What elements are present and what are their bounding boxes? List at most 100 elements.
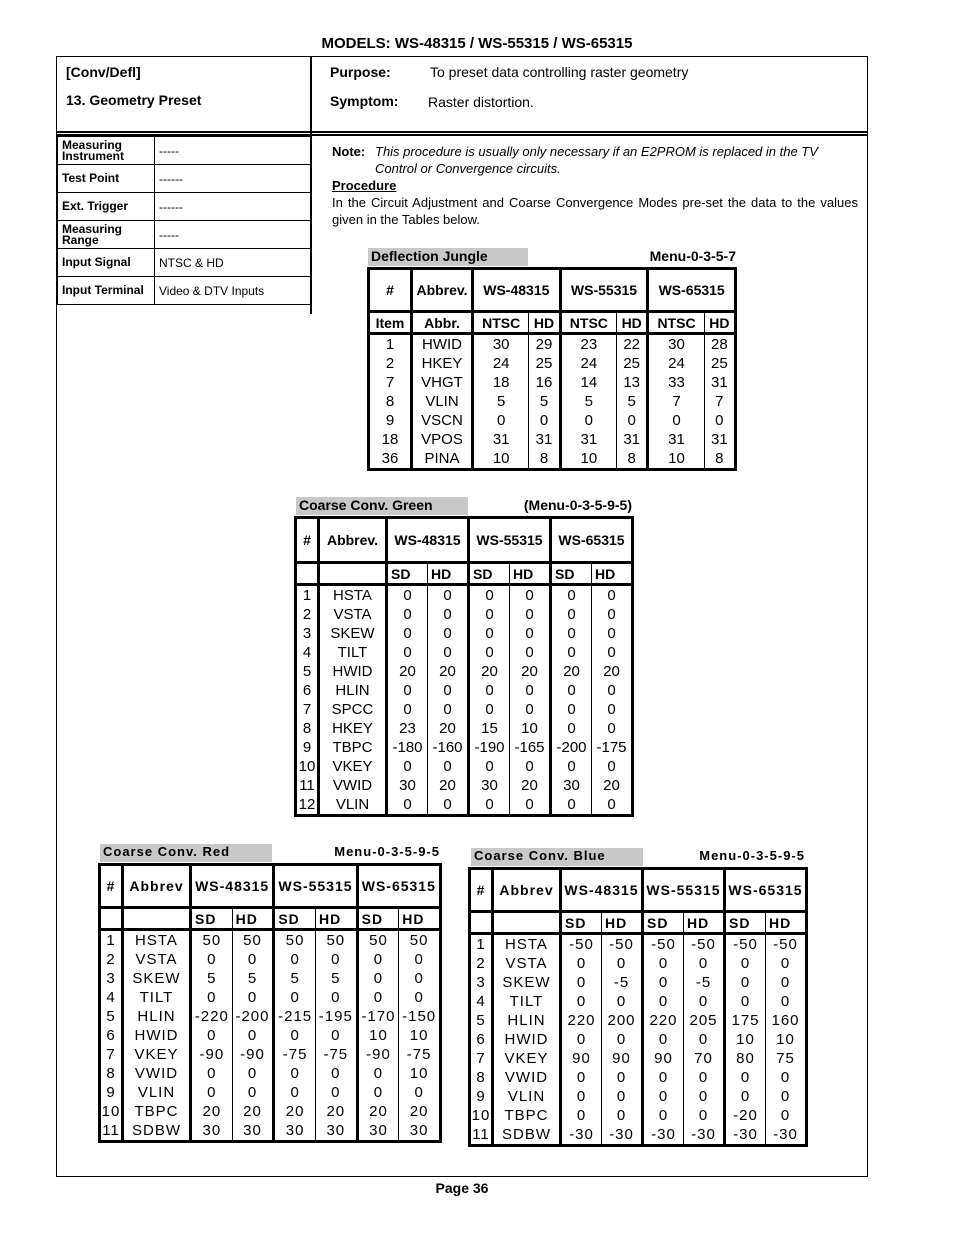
col-header-abbr: Abbr. xyxy=(410,311,473,335)
row-value: 220 xyxy=(641,1011,684,1030)
row-value: 0 xyxy=(559,1087,602,1106)
row-value: 0 xyxy=(765,1068,807,1087)
row-value: 0 xyxy=(189,1064,233,1083)
row-value: -50 xyxy=(601,933,643,954)
row-value: 31 xyxy=(470,430,529,449)
row-number: 9 xyxy=(385,412,395,429)
row-value: 10 xyxy=(765,1030,807,1049)
row-number: 11 xyxy=(102,1122,120,1139)
models-title: MODELS: WS-48315 / WS-55315 / WS-65315 xyxy=(321,35,633,52)
row-value: -50 xyxy=(683,933,725,954)
row-abbrev: PINA xyxy=(410,449,473,470)
spec-label: Test Point xyxy=(57,164,155,193)
row-abbrev: VLIN xyxy=(317,795,387,816)
col-header-model: WS-55315 xyxy=(558,268,648,313)
row-number: 2 xyxy=(106,951,116,968)
row-value: -30 xyxy=(765,1125,807,1146)
row-value: 0 xyxy=(398,988,441,1007)
col-header-model: WS-55315 xyxy=(641,868,725,913)
row-value: 8 xyxy=(616,449,648,470)
purpose-label: Purpose: xyxy=(330,64,391,80)
spec-row: Input Signal NTSC & HD xyxy=(57,248,311,277)
header-row: # Abbrev WS-48315 WS-55315 WS-65315 xyxy=(99,864,441,909)
col-header-abbrev: Abbrev. xyxy=(410,268,473,313)
row-value: 0 xyxy=(765,1087,807,1106)
row-abbrev: HSTA xyxy=(121,929,191,950)
row-value: 0 xyxy=(467,643,510,662)
row-abbrev: VLIN xyxy=(491,1087,561,1106)
row-number: 4 xyxy=(476,993,486,1010)
row-value: 20 xyxy=(427,719,469,738)
red-caption-title: Coarse Conv. Red xyxy=(100,844,272,862)
row-value: 0 xyxy=(231,1026,274,1045)
row-value: -30 xyxy=(641,1125,684,1146)
row-value: 7 xyxy=(646,392,705,411)
row-value: 0 xyxy=(559,1030,602,1049)
row-value: 0 xyxy=(427,624,469,643)
row-abbrev: VSTA xyxy=(317,605,387,624)
table-row: 4 TILT 0 0 0 0 0 0 xyxy=(470,992,807,1011)
row-value: 0 xyxy=(641,1087,684,1106)
row-value: -90 xyxy=(231,1045,274,1064)
row-value: 0 xyxy=(509,795,551,816)
row-value: 0 xyxy=(272,950,316,969)
row-value: 16 xyxy=(528,373,561,392)
row-number: 2 xyxy=(302,606,312,623)
row-number: 5 xyxy=(476,1012,486,1029)
row-value: 0 xyxy=(427,643,469,662)
row-value: 0 xyxy=(385,700,428,719)
row-number: 4 xyxy=(302,644,312,661)
row-value: 0 xyxy=(467,624,510,643)
table-row: 11 SDBW -30 -30 -30 -30 -30 -30 xyxy=(470,1125,807,1146)
row-value: 0 xyxy=(427,681,469,700)
row-number: 3 xyxy=(476,974,486,991)
table-row: 10 TBPC 20 20 20 20 20 20 xyxy=(100,1102,441,1121)
col-header-model: WS-65315 xyxy=(549,517,633,564)
spec-label: Measuring Instrument xyxy=(57,136,155,165)
row-value: 10 xyxy=(509,719,551,738)
row-value: 0 xyxy=(189,1026,233,1045)
row-value: -75 xyxy=(272,1045,316,1064)
row-value: 0 xyxy=(427,700,469,719)
row-value: 0 xyxy=(509,757,551,776)
row-value: 10 xyxy=(470,449,529,470)
row-value: -50 xyxy=(641,933,684,954)
row-value: 5 xyxy=(470,392,529,411)
table-row: 8 VWID 0 0 0 0 0 10 xyxy=(100,1064,441,1083)
row-value: 0 xyxy=(528,411,561,430)
row-value: 0 xyxy=(591,681,633,700)
row-value: 0 xyxy=(355,1064,399,1083)
col-subheader: HD xyxy=(616,311,648,335)
row-value: -50 xyxy=(559,933,602,954)
row-value: 0 xyxy=(427,757,469,776)
row-number: 1 xyxy=(106,932,116,949)
row-value: 0 xyxy=(549,605,592,624)
section-label: [Conv/Defl] xyxy=(66,64,141,80)
row-number: 10 xyxy=(471,1107,491,1124)
row-value: 30 xyxy=(470,333,529,354)
row-value: -195 xyxy=(314,1007,358,1026)
header-row: # Abbrev. WS-48315 WS-55315 WS-65315 xyxy=(368,268,736,313)
row-value: 0 xyxy=(231,1064,274,1083)
row-value: 30 xyxy=(314,1121,358,1142)
col-subheader: HD xyxy=(703,311,736,335)
row-value: 175 xyxy=(723,1011,766,1030)
row-value: 0 xyxy=(641,1030,684,1049)
row-value: 0 xyxy=(355,950,399,969)
table-row: 8 HKEY 23 20 15 10 0 0 xyxy=(296,719,633,738)
col-subheader: HD xyxy=(528,311,561,335)
row-abbrev: VHGT xyxy=(410,373,473,392)
row-number: 11 xyxy=(299,777,315,794)
table-row: 18 VPOS 31 31 31 31 31 31 xyxy=(369,430,736,449)
row-abbrev: SKEW xyxy=(317,624,387,643)
row-value: 31 xyxy=(703,373,736,392)
row-value: 0 xyxy=(559,954,602,973)
row-value: 0 xyxy=(398,1083,441,1102)
row-value: 0 xyxy=(591,700,633,719)
row-value: 0 xyxy=(314,1026,358,1045)
row-value: 75 xyxy=(765,1049,807,1068)
row-value: 0 xyxy=(509,584,551,605)
table-row: 11 VWID 30 20 30 20 30 20 xyxy=(296,776,633,795)
row-value: 30 xyxy=(646,333,705,354)
table-row: 3 SKEW 5 5 5 5 0 0 xyxy=(100,969,441,988)
